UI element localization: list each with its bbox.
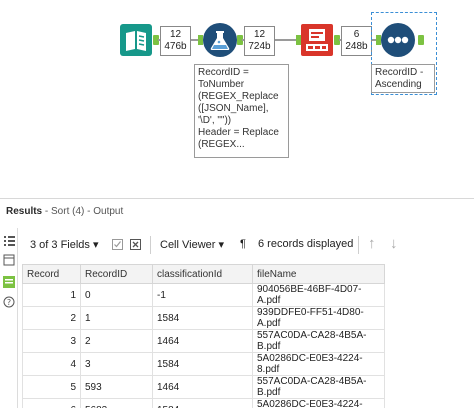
chevron-down-icon: ▾ [218,239,225,251]
cell-recordid[interactable]: 1 [80,306,153,330]
table-row[interactable]: 3 2 1464 557AC0DA-CA28-4B5A-B.pdf [22,329,385,353]
results-table: Record RecordID classificationId fileNam… [22,264,385,408]
results-side-rail: ? [0,228,18,408]
sort-tool[interactable] [381,23,415,57]
arrow-down-icon[interactable]: ↓ [390,235,398,252]
connection-badge: 6 248b [341,26,372,56]
cell-classificationid[interactable]: 1584 [152,352,253,376]
checkbox-icon[interactable] [112,239,124,251]
input-data-tool[interactable] [120,24,152,56]
cell-recordid[interactable]: 5683 [80,398,153,408]
formula-tool[interactable] [203,23,237,57]
output-anchor[interactable] [418,35,424,45]
cell-filename[interactable]: 939DDFE0-FF51-4D80-A.pdf [252,306,385,330]
column-header-classificationid[interactable]: classificationId [152,264,253,284]
table-row[interactable]: 4 3 1584 5A0286DC-E0E3-4224-8.pdf [22,352,385,376]
toolbar-separator [358,236,359,254]
records-count: 6 records displayed [258,238,354,250]
cell-recordid[interactable]: 3 [80,352,153,376]
cell-recordid[interactable]: 0 [80,283,153,307]
pane-divider[interactable] [0,198,474,199]
cell-record[interactable]: 5 [22,375,81,399]
cell-classificationid[interactable]: -1 [152,283,253,307]
sort-icon [381,23,415,57]
cell-classificationid[interactable]: 1464 [152,329,253,353]
chevron-down-icon: ▾ [92,239,99,251]
data-view-icon[interactable] [3,276,15,288]
svg-text:?: ? [7,298,11,307]
table-row[interactable]: 6 5683 1584 5A0286DC-E0E3-4224-8.pdf [22,398,385,408]
parse-icon [301,24,333,56]
cell-filename[interactable]: 557AC0DA-CA28-4B5A-B.pdf [252,375,385,399]
flask-icon [203,23,237,57]
arrow-up-icon[interactable]: ↑ [368,235,376,252]
fields-dropdown[interactable]: 3 of 3 Fields ▾ [30,238,99,251]
json-parse-tool[interactable] [301,24,333,56]
cell-filename[interactable]: 5A0286DC-E0E3-4224-8.pdf [252,398,385,408]
connection-badge: 12 724b [244,26,275,56]
column-header-recordid[interactable]: RecordID [80,264,153,284]
metadata-icon[interactable] [3,254,15,266]
list-view-icon[interactable] [3,234,15,246]
toolbar-separator [150,236,151,254]
cell-filename[interactable]: 904056BE-46BF-4D07-A.pdf [252,283,385,307]
results-toolbar: 3 of 3 Fields ▾ Cell Viewer ▾ ¶ 6 record… [22,232,472,258]
cell-recordid[interactable]: 593 [80,375,153,399]
pilcrow-icon[interactable]: ¶ [240,238,246,250]
book-icon [120,24,152,56]
workflow-canvas[interactable]: 12 476b 12 724b 6 248b RecordID = ToNumb… [0,0,474,198]
cell-viewer-dropdown[interactable]: Cell Viewer ▾ [160,238,224,251]
sort-annotation: RecordID - Ascending [371,64,435,93]
cell-classificationid[interactable]: 1464 [152,375,253,399]
clear-icon[interactable] [130,239,142,251]
cell-record[interactable]: 1 [22,283,81,307]
table-row[interactable]: 5 593 1464 557AC0DA-CA28-4B5A-B.pdf [22,375,385,399]
formula-annotation: RecordID = ToNumber (REGEX_Replace ([JSO… [194,64,289,158]
cell-record[interactable]: 3 [22,329,81,353]
cell-classificationid[interactable]: 1584 [152,306,253,330]
table-header-row: Record RecordID classificationId fileNam… [22,264,385,284]
cell-classificationid[interactable]: 1584 [152,398,253,408]
results-title: Results - Sort (4) - Output [6,206,124,217]
table-row[interactable]: 1 0 -1 904056BE-46BF-4D07-A.pdf [22,283,385,307]
help-icon[interactable]: ? [3,296,15,308]
column-header-filename[interactable]: fileName [252,264,385,284]
table-row[interactable]: 2 1 1584 939DDFE0-FF51-4D80-A.pdf [22,306,385,330]
connection-badge: 12 476b [160,26,191,56]
cell-filename[interactable]: 557AC0DA-CA28-4B5A-B.pdf [252,329,385,353]
cell-record[interactable]: 2 [22,306,81,330]
cell-filename[interactable]: 5A0286DC-E0E3-4224-8.pdf [252,352,385,376]
cell-recordid[interactable]: 2 [80,329,153,353]
cell-record[interactable]: 4 [22,352,81,376]
column-header-record[interactable]: Record [22,264,81,284]
cell-record[interactable]: 6 [22,398,81,408]
